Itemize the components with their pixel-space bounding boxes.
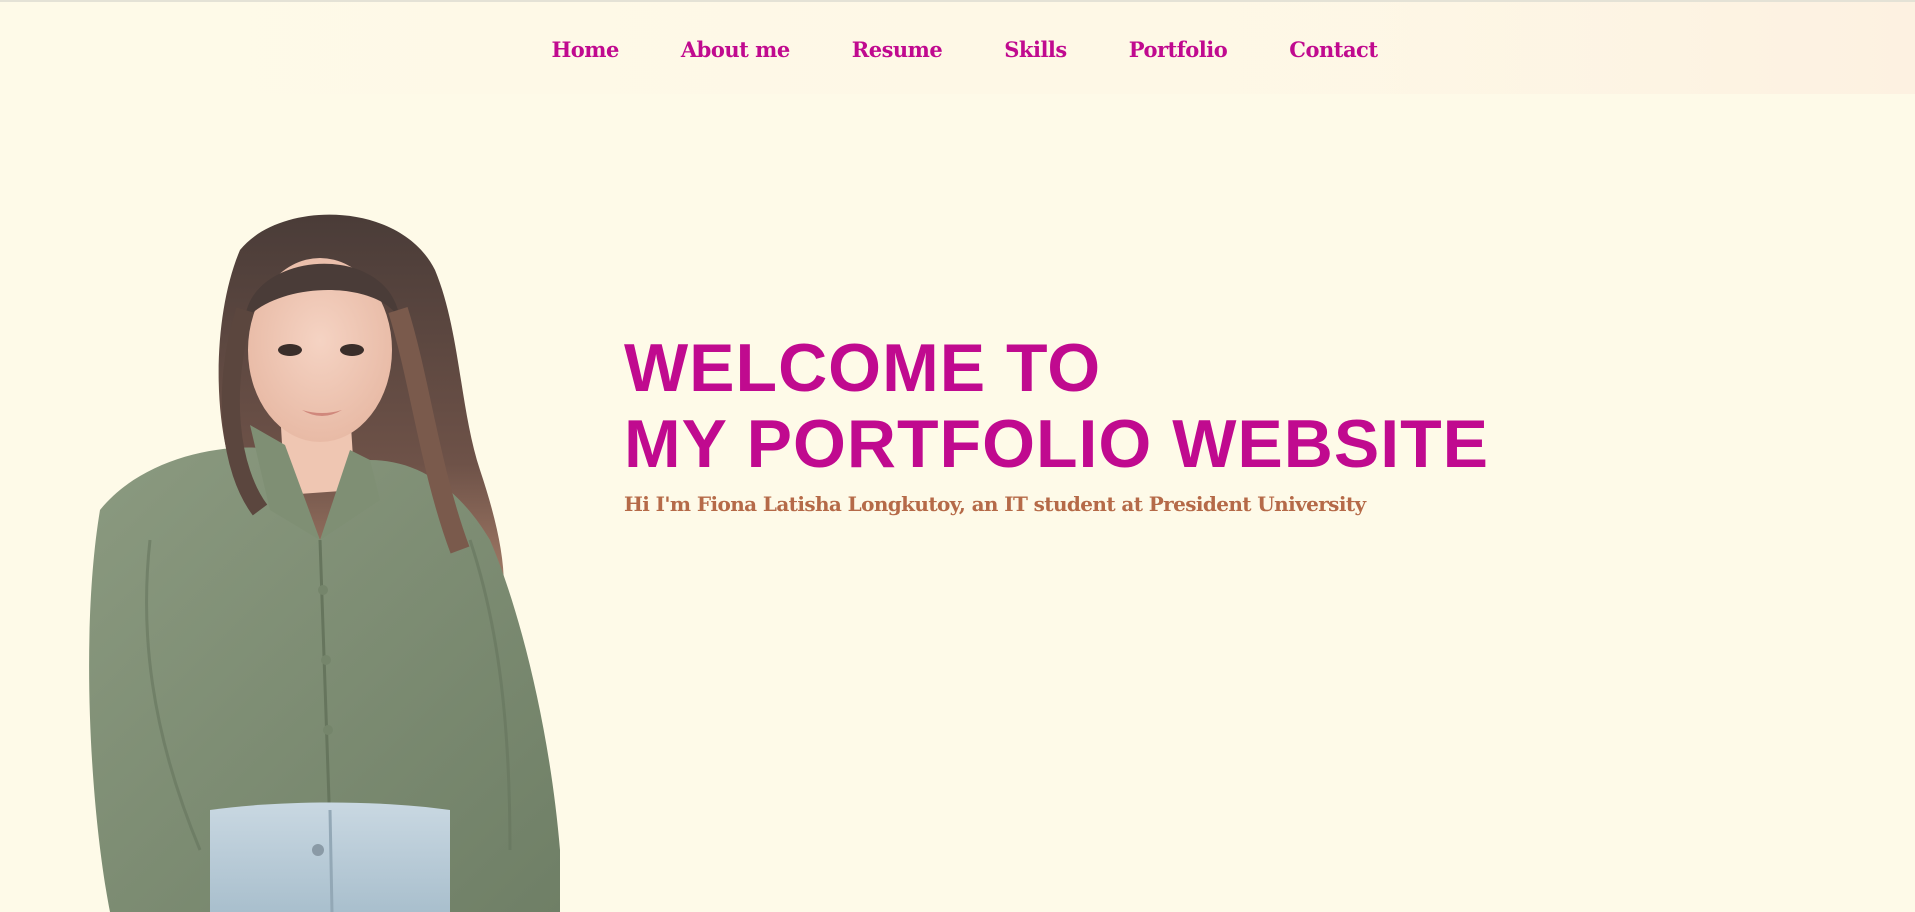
nav-link-about-me[interactable]: About me: [681, 32, 790, 68]
hero-subtitle: Hi I'm Fiona Latisha Longkutoy, an IT st…: [624, 492, 1366, 516]
hero-title-line-1: WELCOME TO: [624, 330, 1102, 406]
nav-link-home[interactable]: Home: [551, 32, 619, 68]
hero-title: WELCOME TO MY PORTFOLIO WEBSITE: [624, 330, 1624, 482]
hero-title-line-2: MY PORTFOLIO WEBSITE: [624, 406, 1489, 482]
nav-link-contact[interactable]: Contact: [1289, 32, 1378, 68]
main-nav: Home About me Resume Skills Portfolio Co…: [0, 32, 1915, 68]
hero-section: WELCOME TO MY PORTFOLIO WEBSITE Hi I'm F…: [624, 330, 1624, 516]
navbar: Home About me Resume Skills Portfolio Co…: [0, 2, 1915, 94]
nav-link-portfolio[interactable]: Portfolio: [1129, 32, 1228, 68]
profile-photo: [80, 210, 590, 912]
nav-link-skills[interactable]: Skills: [1004, 32, 1067, 68]
nav-link-resume[interactable]: Resume: [852, 32, 943, 68]
